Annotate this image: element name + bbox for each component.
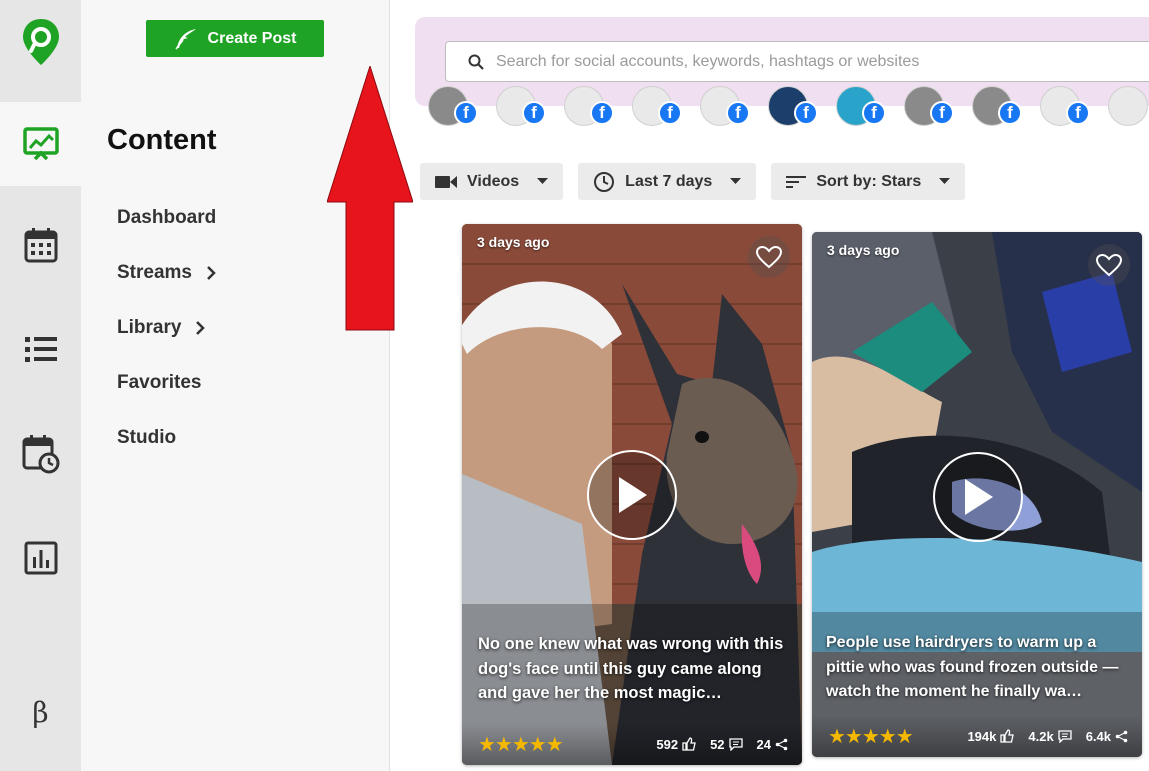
comments-count: 52	[710, 736, 725, 752]
rail-item-calendar[interactable]	[0, 203, 81, 287]
nav-item-studio[interactable]: Studio	[117, 410, 216, 465]
nav-item-favorites[interactable]: Favorites	[117, 355, 216, 410]
post-age: 3 days ago	[827, 242, 900, 258]
date-range-label: Last 7 days	[625, 172, 713, 190]
likes-count: 592	[656, 736, 679, 752]
logo[interactable]	[0, 0, 81, 84]
search-icon	[468, 54, 484, 70]
search-box	[445, 41, 1149, 82]
caret-down-icon	[537, 178, 549, 185]
post-stats: ★★★★★ 592 52 24	[462, 723, 802, 765]
rail-item-list[interactable]	[0, 308, 81, 392]
facebook-icon: f	[658, 101, 682, 125]
play-button[interactable]	[933, 452, 1023, 542]
facebook-icon: f	[862, 101, 886, 125]
sort-dropdown[interactable]: Sort by: Stars	[771, 163, 966, 200]
star-rating: ★★★★★	[478, 733, 564, 756]
engagement-counts: 592 52 24	[656, 737, 788, 752]
chevron-right-icon	[195, 320, 206, 336]
beta-label: β	[32, 695, 49, 729]
sort-label: Sort by: Stars	[816, 172, 922, 190]
nav-item-label: Streams	[117, 261, 192, 283]
play-button[interactable]	[587, 450, 677, 540]
comment-icon	[1058, 729, 1072, 743]
facebook-icon: f	[522, 101, 546, 125]
play-icon	[619, 477, 647, 513]
favorite-heart-button[interactable]	[748, 236, 790, 278]
favorite-heart-button[interactable]	[1088, 244, 1130, 286]
likes-count: 194k	[967, 728, 997, 744]
date-range-dropdown[interactable]: Last 7 days	[578, 163, 757, 200]
content-nav-list: Dashboard Streams Library Favorites Stud…	[117, 190, 216, 465]
comment-icon	[728, 737, 743, 751]
post-stats: ★★★★★ 194k 4.2k 6.4k	[812, 715, 1142, 757]
clock-icon	[594, 171, 615, 192]
sort-icon	[786, 175, 807, 188]
facebook-icon: f	[590, 101, 614, 125]
thumbs-up-icon	[682, 737, 696, 751]
location-pin-logo-icon	[22, 19, 59, 65]
share-icon	[775, 738, 788, 750]
facebook-icon: f	[454, 101, 478, 125]
share-icon	[1115, 730, 1128, 742]
thumbs-up-icon	[1000, 729, 1015, 743]
post-card[interactable]: 3 days ago People use hairdryers to warm…	[812, 232, 1142, 757]
play-icon	[965, 479, 993, 515]
followed-accounts-row: f f f f f f f f f f	[428, 86, 1148, 126]
list-icon	[24, 337, 57, 362]
rail-item-analytics[interactable]	[0, 516, 81, 600]
nav-item-label: Dashboard	[117, 206, 217, 228]
icon-rail: β	[0, 0, 81, 771]
comments-count: 4.2k	[1028, 728, 1054, 744]
video-camera-icon	[435, 175, 457, 188]
facebook-icon: f	[794, 101, 818, 125]
rail-item-beta[interactable]: β	[0, 670, 81, 754]
create-post-label: Create Post	[207, 29, 297, 47]
content-subnav: Create Post Content Dashboard Streams Li…	[81, 0, 413, 771]
shares-count: 24	[756, 736, 771, 752]
content-type-dropdown[interactable]: Videos	[420, 163, 564, 200]
nav-item-label: Library	[117, 316, 182, 338]
heart-icon	[756, 245, 782, 268]
feather-icon	[174, 28, 196, 49]
nav-item-label: Studio	[117, 426, 177, 448]
caret-down-icon	[939, 178, 951, 185]
caret-down-icon	[730, 178, 742, 185]
chevron-right-icon	[206, 265, 216, 281]
filter-bar: Videos Last 7 days Sort by: Stars	[420, 163, 966, 200]
facebook-icon: f	[726, 101, 750, 125]
star-rating: ★★★★★	[828, 725, 914, 748]
nav-item-library[interactable]: Library	[117, 300, 216, 355]
nav-item-label: Favorites	[117, 371, 202, 393]
rail-item-content[interactable]	[0, 102, 81, 186]
facebook-icon: f	[1066, 101, 1090, 125]
calendar-icon	[24, 228, 57, 263]
create-post-button[interactable]: Create Post	[146, 20, 324, 57]
rail-item-scheduled[interactable]	[0, 412, 81, 496]
post-age: 3 days ago	[477, 234, 550, 250]
main-content: f f f f f f f f f f Videos Last 7 days S…	[390, 0, 1149, 771]
facebook-icon: f	[930, 101, 954, 125]
nav-item-streams[interactable]: Streams	[117, 245, 216, 300]
content-type-label: Videos	[467, 172, 520, 190]
shares-count: 6.4k	[1085, 728, 1111, 744]
section-title: Content	[107, 124, 217, 156]
engagement-counts: 194k 4.2k 6.4k	[967, 729, 1128, 744]
heart-icon	[1096, 253, 1122, 276]
account-avatar[interactable]	[1108, 86, 1148, 126]
scheduled-icon	[22, 435, 59, 474]
nav-item-dashboard[interactable]: Dashboard	[117, 190, 216, 245]
search-input[interactable]	[496, 52, 1149, 71]
post-caption: People use hairdryers to warm up a pitti…	[826, 634, 1119, 700]
post-caption: No one knew what was wrong with this dog…	[478, 635, 784, 702]
post-card[interactable]: 3 days ago No one knew what was wrong wi…	[462, 224, 802, 765]
facebook-icon: f	[998, 101, 1022, 125]
analytics-icon	[24, 541, 57, 575]
content-icon	[22, 127, 59, 161]
